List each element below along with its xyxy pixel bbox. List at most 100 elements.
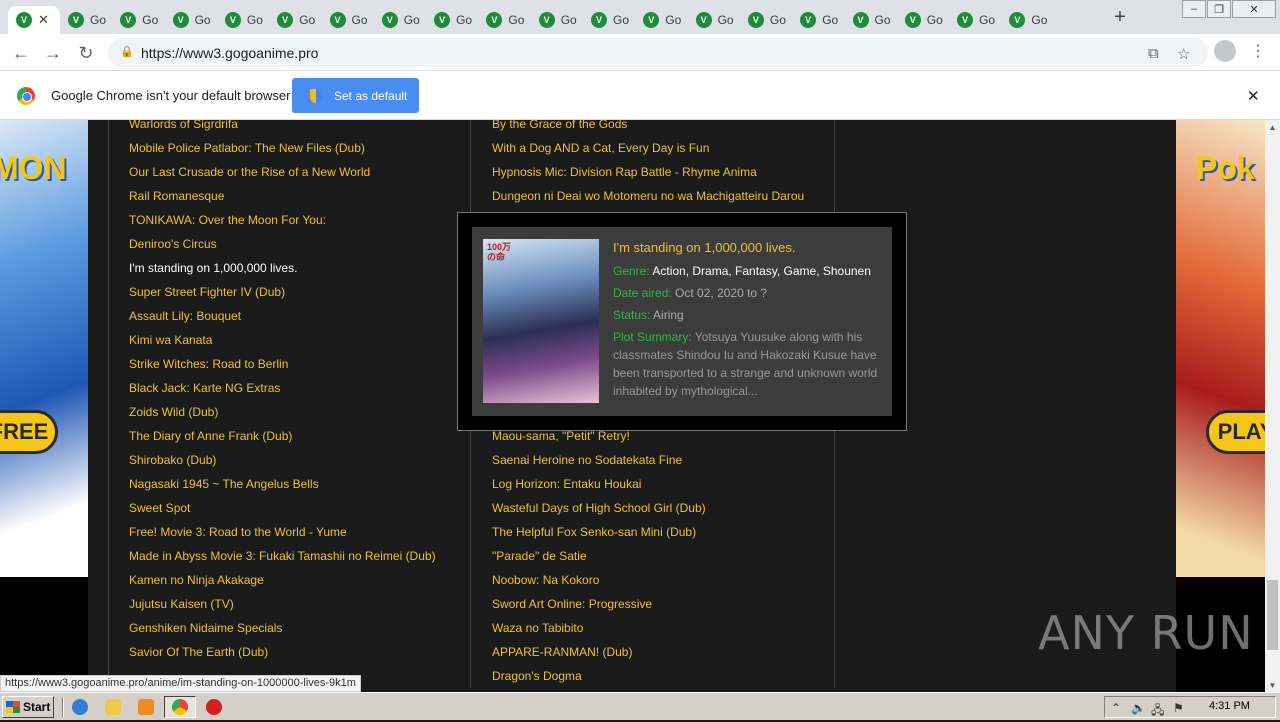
- browser-tab[interactable]: V Go: [583, 6, 635, 34]
- anime-link[interactable]: Warlords of Sigrdrifa: [129, 120, 436, 136]
- new-tab-button[interactable]: +: [1110, 6, 1130, 28]
- anime-link[interactable]: Deniroo's Circus: [129, 232, 436, 256]
- anime-link[interactable]: Nagasaki 1945 ~ The Angelus Bells: [129, 472, 436, 496]
- browser-tab[interactable]: V Go: [740, 6, 792, 34]
- browser-tab[interactable]: V Go: [635, 6, 687, 34]
- anime-link[interactable]: Log Horizon: Entaku Houkai: [492, 472, 804, 496]
- browser-tab[interactable]: V Go: [60, 6, 112, 34]
- browser-tab[interactable]: V Go: [112, 6, 164, 34]
- anime-link[interactable]: Made in Abyss Movie 3: Fukaki Tamashii n…: [129, 544, 436, 568]
- anime-link[interactable]: APPARE-RANMAN! (Dub): [492, 640, 804, 664]
- right-ad-banner[interactable]: Pok PLAY: [1176, 120, 1265, 577]
- left-ad-banner[interactable]: MON FREE: [0, 120, 88, 577]
- opera-icon[interactable]: [206, 699, 222, 715]
- browser-tab[interactable]: V Go: [1001, 6, 1053, 34]
- gogoanime-favicon-icon: V: [434, 12, 451, 28]
- anime-link[interactable]: "Parade" de Satie: [492, 544, 804, 568]
- maximize-button[interactable]: ❐: [1207, 0, 1231, 18]
- close-tab-icon[interactable]: ✕: [38, 12, 49, 28]
- browser-tab[interactable]: V Go: [217, 6, 269, 34]
- reload-button[interactable]: ↻: [75, 42, 97, 64]
- browser-tab[interactable]: V Go: [531, 6, 583, 34]
- anime-link[interactable]: Noobow: Na Kokoro: [492, 568, 804, 592]
- anime-link[interactable]: Mobile Police Patlabor: The New Files (D…: [129, 136, 436, 160]
- address-bar[interactable]: 🔒 https://www3.gogoanime.pro ⧉ ☆: [108, 38, 1208, 67]
- anime-link[interactable]: Dragon's Dogma: [492, 664, 804, 688]
- media-player-icon[interactable]: [138, 699, 154, 715]
- anime-link[interactable]: The Helpful Fox Senko-san Mini (Dub): [492, 520, 804, 544]
- taskbar-chrome-button[interactable]: [164, 696, 196, 718]
- browser-tab[interactable]: V Go: [845, 6, 897, 34]
- gogoanime-favicon-icon: V: [643, 12, 660, 28]
- network-icon[interactable]: 🖧: [1151, 701, 1164, 722]
- profile-avatar[interactable]: [1214, 40, 1236, 62]
- anime-link[interactable]: With a Dog AND a Cat, Every Day is Fun: [492, 136, 804, 160]
- anime-link[interactable]: I'm standing on 1,000,000 lives.: [129, 256, 436, 280]
- close-window-button[interactable]: ✕: [1232, 0, 1276, 18]
- browser-tab[interactable]: V Go: [322, 6, 374, 34]
- scroll-down-arrow-icon[interactable]: ▼: [1265, 678, 1280, 692]
- lock-icon: 🔒: [120, 46, 134, 58]
- volume-icon[interactable]: 🔈: [1131, 701, 1146, 715]
- browser-tab[interactable]: V Go: [426, 6, 478, 34]
- anime-link[interactable]: Genshiken Nidaime Specials: [129, 616, 436, 640]
- chrome-logo-icon: [17, 87, 35, 105]
- folder-icon[interactable]: [105, 699, 121, 715]
- browser-tab[interactable]: V Go: [897, 6, 949, 34]
- taskbar-clock[interactable]: 4:31 PM: [1209, 700, 1250, 712]
- anime-link[interactable]: Sword Art Online: Progressive: [492, 592, 804, 616]
- scroll-thumb[interactable]: [1267, 580, 1278, 650]
- anime-link[interactable]: Strike Witches: Road to Berlin: [129, 352, 436, 376]
- back-button[interactable]: ←: [10, 42, 32, 64]
- browser-tab-active[interactable]: V ✕: [8, 6, 60, 34]
- anime-link[interactable]: The Diary of Anne Frank (Dub): [129, 424, 436, 448]
- anime-link[interactable]: Wasteful Days of High School Girl (Dub): [492, 496, 804, 520]
- anime-link[interactable]: TONIKAWA: Over the Moon For You:: [129, 208, 436, 232]
- anime-link[interactable]: Black Jack: Karte NG Extras: [129, 376, 436, 400]
- browser-tab[interactable]: V Go: [792, 6, 844, 34]
- start-button[interactable]: Start: [2, 696, 54, 718]
- gogoanime-favicon-icon: V: [381, 12, 398, 28]
- anime-link[interactable]: Rail Romanesque: [129, 184, 436, 208]
- anime-link[interactable]: Zoids Wild (Dub): [129, 400, 436, 424]
- anime-link[interactable]: Dungeon ni Deai wo Motomeru no wa Machig…: [492, 184, 804, 208]
- browser-tab[interactable]: V Go: [949, 6, 1001, 34]
- anime-link[interactable]: Assault Lily: Bouquet: [129, 304, 436, 328]
- anime-link[interactable]: By the Grace of the Gods: [492, 120, 804, 136]
- browser-tab[interactable]: V Go: [478, 6, 530, 34]
- anime-link[interactable]: Free! Movie 3: Road to the World - Yume: [129, 520, 436, 544]
- tab-title: Go: [926, 13, 943, 27]
- page-scrollbar[interactable]: ▲ ▼: [1265, 120, 1280, 692]
- anime-link[interactable]: Shirobako (Dub): [129, 448, 436, 472]
- browser-tab[interactable]: V Go: [269, 6, 321, 34]
- anime-link[interactable]: Saenai Heroine no Sodatekata Fine: [492, 448, 804, 472]
- browser-tab[interactable]: V Go: [688, 6, 740, 34]
- start-label: Start: [23, 700, 51, 714]
- anime-link[interactable]: Hypnosis Mic: Division Rap Battle - Rhym…: [492, 160, 804, 184]
- anime-link[interactable]: Our Last Crusade or the Rise of a New Wo…: [129, 160, 436, 184]
- tray-expand-icon[interactable]: ⌃: [1111, 701, 1121, 715]
- left-ad-button[interactable]: FREE: [0, 410, 58, 454]
- gogoanime-favicon-icon: V: [486, 12, 503, 28]
- minimize-button[interactable]: –: [1182, 0, 1206, 18]
- anime-link[interactable]: Savior Of The Earth (Dub): [129, 640, 436, 664]
- right-ad-button[interactable]: PLAY: [1206, 410, 1265, 454]
- anime-link[interactable]: Jujutsu Kaisen (TV): [129, 592, 436, 616]
- scroll-up-arrow-icon[interactable]: ▲: [1265, 120, 1280, 134]
- anime-link[interactable]: Kimi wa Kanata: [129, 328, 436, 352]
- action-center-flag-icon[interactable]: ⚑: [1173, 701, 1184, 715]
- anime-link[interactable]: Super Street Fighter IV (Dub): [129, 280, 436, 304]
- gogoanime-favicon-icon: V: [904, 12, 921, 28]
- infobar-close-icon[interactable]: ✕: [1247, 87, 1260, 105]
- anime-link[interactable]: Kamen no Ninja Akakage: [129, 568, 436, 592]
- anime-link[interactable]: Waza no Tabibito: [492, 616, 804, 640]
- set-as-default-button[interactable]: Set as default: [292, 78, 419, 113]
- blocked-popup-icon[interactable]: ⧉: [1148, 45, 1159, 62]
- browser-tab[interactable]: V Go: [374, 6, 426, 34]
- bookmark-star-icon[interactable]: ☆: [1177, 45, 1190, 63]
- ie-icon[interactable]: [72, 699, 88, 715]
- anime-link[interactable]: Sweet Spot: [129, 496, 436, 520]
- chrome-menu-icon[interactable]: ⋮: [1250, 40, 1266, 62]
- forward-button[interactable]: →: [42, 42, 64, 64]
- browser-tab[interactable]: V Go: [165, 6, 217, 34]
